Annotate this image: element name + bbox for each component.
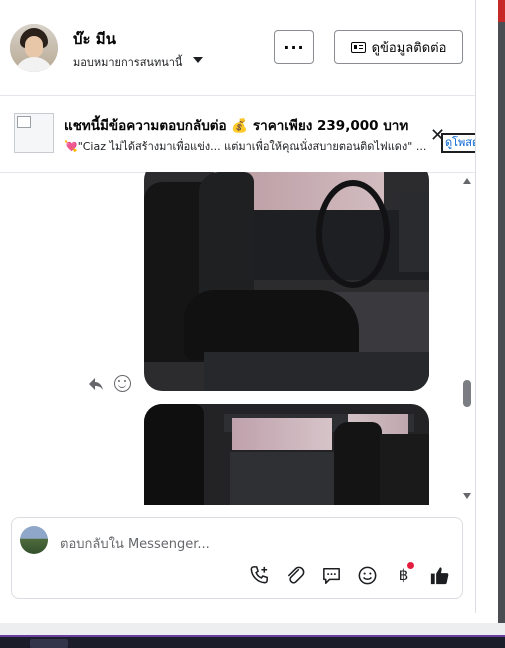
reply-input[interactable]: ตอบกลับใน Messenger... [60, 533, 210, 554]
react-emoji-icon[interactable] [114, 375, 131, 392]
taskbar [0, 623, 505, 648]
notification-dot [407, 562, 414, 569]
message-actions [88, 375, 131, 392]
emoji-icon[interactable] [356, 564, 379, 587]
car-interior-front-photo[interactable] [144, 172, 429, 391]
saved-reply-icon[interactable] [320, 564, 343, 587]
messenger-panel: บ๊ะ มีน มอบหมายการสนทนานี้ ··· ดูข้อมูลต… [0, 0, 476, 613]
call-plus-icon[interactable] [248, 564, 271, 587]
view-post-button[interactable]: ดูโพสต์ [441, 133, 475, 153]
conversation-header: บ๊ะ มีน มอบหมายการสนทนานี้ ··· ดูข้อมูลต… [0, 0, 475, 96]
chevron-down-icon[interactable] [193, 57, 203, 63]
contact-name[interactable]: บ๊ะ มีน [73, 27, 116, 51]
scroll-up-arrow-icon[interactable] [463, 178, 471, 184]
adjacent-window-edge [476, 0, 505, 623]
page-avatar [20, 526, 48, 554]
contact-card-icon [350, 41, 366, 53]
listing-banner: แชทนี้มีข้อความตอบกลับต่อ 💰 ราคาเพียง 23… [0, 96, 475, 173]
scroll-down-arrow-icon[interactable] [463, 493, 471, 499]
composer-toolbar: ฿ [248, 562, 451, 587]
listing-title: แชทนี้มีข้อความตอบกลับต่อ 💰 ราคาเพียง 23… [64, 118, 409, 134]
attach-icon[interactable] [284, 564, 307, 587]
taskbar-button[interactable] [30, 639, 68, 648]
chat-scrollbar[interactable] [460, 172, 474, 505]
contact-avatar[interactable] [10, 24, 58, 72]
scrollbar-thumb[interactable] [463, 380, 471, 407]
like-icon[interactable] [428, 564, 451, 587]
message-composer: ตอบกลับใน Messenger... ฿ [11, 517, 463, 599]
baht-icon[interactable]: ฿ [392, 562, 415, 587]
view-contact-button[interactable]: ดูข้อมูลติดต่อ [334, 30, 463, 64]
car-interior-rear-photo[interactable] [144, 404, 429, 505]
more-options-button[interactable]: ··· [274, 30, 314, 64]
listing-message-preview: 💘"Ciaz ไม่ได้สร้างมาเพื่อแข่ง... แต่มาเพ… [64, 140, 427, 153]
message-thread [0, 172, 475, 505]
assign-conversation[interactable]: มอบหมายการสนทนานี้ [73, 53, 182, 71]
reply-icon[interactable] [88, 376, 104, 392]
baht-symbol: ฿ [398, 566, 409, 584]
view-contact-label: ดูข้อมูลติดต่อ [371, 40, 447, 56]
listing-thumbnail[interactable] [14, 113, 54, 153]
